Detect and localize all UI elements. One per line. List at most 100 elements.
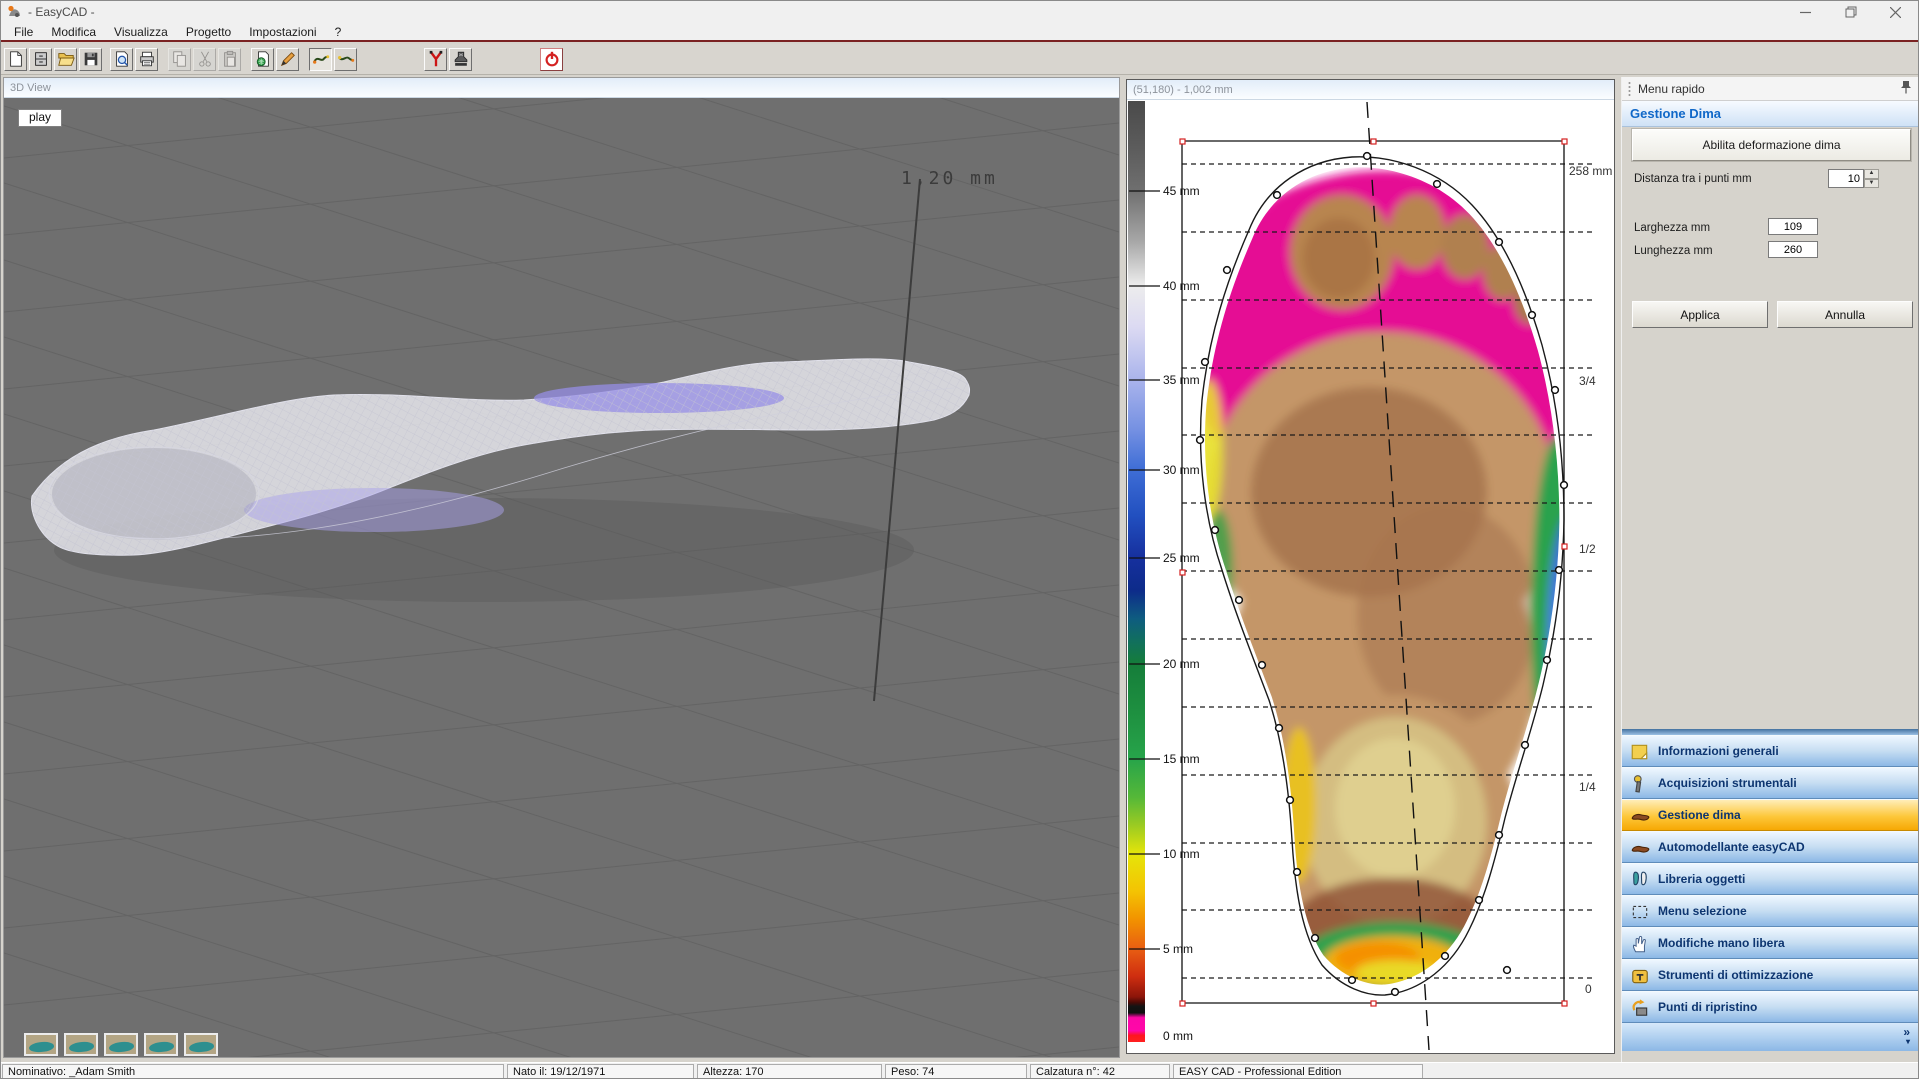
- quick-menu-header: Menu rapido: [1622, 77, 1919, 101]
- archive-cabinet-icon: [32, 50, 50, 68]
- depth-colorbar: 45 mm 40 mm 35 mm 30 mm 25 mm 20 mm 15 m…: [1128, 101, 1200, 1043]
- toolbar: [1, 44, 1918, 75]
- menu-impostazioni[interactable]: Impostazioni: [240, 23, 325, 41]
- foot-pressure-image: [1195, 170, 1591, 998]
- statusbar: Nominativo: _Adam Smith Nato il: 19/12/1…: [1, 1062, 1918, 1079]
- stepper-up-icon[interactable]: ▲: [1864, 169, 1879, 179]
- restore-button[interactable]: [1828, 1, 1873, 23]
- insole-icon: [1630, 838, 1650, 858]
- nav-libreria-oggetti[interactable]: Libreria oggetti: [1622, 863, 1919, 895]
- menu-modifica[interactable]: Modifica: [42, 23, 105, 41]
- copy-icon: [171, 50, 189, 68]
- insole-profile-a-button[interactable]: [309, 48, 332, 71]
- stepper-down-icon[interactable]: ▼: [1864, 179, 1879, 189]
- insole-profile-b-button[interactable]: [334, 48, 357, 71]
- archive-button[interactable]: [29, 48, 52, 71]
- nav-label: Menu selezione: [1658, 904, 1747, 918]
- scale-label: 25 mm: [1163, 551, 1200, 565]
- accordion-more-button[interactable]: » ▾: [1622, 1023, 1919, 1051]
- menu-help[interactable]: ?: [326, 23, 351, 41]
- width-input[interactable]: [1768, 218, 1818, 235]
- hand-icon: [1630, 934, 1650, 954]
- draw-pencil-button[interactable]: [276, 48, 299, 71]
- nav-label: Acquisizioni strumentali: [1658, 776, 1797, 790]
- nav-label: Libreria oggetti: [1658, 872, 1745, 886]
- enable-deformation-button[interactable]: Abilita deformazione dima: [1632, 129, 1911, 161]
- apply-button[interactable]: Applica: [1632, 301, 1768, 328]
- save-floppy-icon: [82, 50, 100, 68]
- nav-label: Informazioni generali: [1658, 744, 1779, 758]
- note-icon: [1630, 742, 1650, 762]
- thumbnail-4[interactable]: [144, 1033, 178, 1056]
- insole-profile-icon: [312, 50, 330, 68]
- thumbnail-5[interactable]: [184, 1033, 218, 1056]
- scale-label: 15 mm: [1163, 752, 1200, 766]
- status-edition: EASY CAD - Professional Edition: [1173, 1064, 1423, 1079]
- nav-strumenti-di-ottimizzazione[interactable]: Strumenti di ottimizzazione: [1622, 959, 1919, 991]
- thumbnail-1[interactable]: [24, 1033, 58, 1056]
- ruler-labels: 258 mm 3/4 1/2 1/4 0: [1569, 164, 1612, 996]
- open-button[interactable]: [54, 48, 77, 71]
- pin-icon: [1901, 80, 1911, 94]
- thumbnail-2[interactable]: [64, 1033, 98, 1056]
- insole-wireframe[interactable]: [31, 359, 969, 602]
- chevron-down-icon: ▾: [1906, 1037, 1910, 1046]
- nav-gestione-dima[interactable]: Gestione dima: [1622, 799, 1919, 831]
- cut-button[interactable]: [193, 48, 216, 71]
- ruler-14-label: 1/4: [1579, 780, 1596, 794]
- 3d-viewport[interactable]: 1,20 mm play: [4, 98, 1119, 1057]
- length-input[interactable]: [1768, 241, 1818, 258]
- close-button[interactable]: [1873, 1, 1918, 23]
- cancel-button[interactable]: Annulla: [1777, 301, 1913, 328]
- insole-thumb-shape: [108, 1040, 134, 1053]
- footmap-drawing: 45 mm 40 mm 35 mm 30 mm 25 mm 20 mm 15 m…: [1127, 100, 1614, 1053]
- nav-informazioni-generali[interactable]: Informazioni generali: [1622, 735, 1919, 767]
- close-icon: [1890, 7, 1901, 18]
- minimize-button[interactable]: [1783, 1, 1828, 23]
- power-icon: [543, 50, 561, 68]
- power-button[interactable]: [540, 48, 563, 71]
- status-altezza: Altezza: 170: [697, 1064, 882, 1079]
- app-logo-icon: [6, 4, 22, 20]
- titlebar: - EasyCAD -: [1, 1, 1918, 23]
- selection-icon: [1630, 902, 1650, 922]
- nav-acquisizioni-strumentali[interactable]: Acquisizioni strumentali: [1622, 767, 1919, 799]
- print-preview-icon: [113, 50, 131, 68]
- drag-grip-icon[interactable]: [1627, 81, 1632, 97]
- pin-button[interactable]: [1901, 80, 1911, 97]
- nav-automodellante-easycad[interactable]: Automodellante easyCAD: [1622, 831, 1919, 863]
- measurement-label: 1,20 mm: [901, 168, 998, 189]
- 3d-scene: 1,20 mm: [4, 98, 1119, 1057]
- nav-punti-di-ripristino[interactable]: Punti di ripristino: [1622, 991, 1919, 1023]
- quick-menu-title: Menu rapido: [1638, 82, 1705, 96]
- nav-label: Gestione dima: [1658, 808, 1741, 822]
- new-document-button[interactable]: [4, 48, 27, 71]
- nav-menu-selezione[interactable]: Menu selezione: [1622, 895, 1919, 927]
- play-button[interactable]: play: [18, 109, 62, 127]
- thumbnail-3[interactable]: [104, 1033, 138, 1056]
- status-nominativo: Nominativo: _Adam Smith: [2, 1064, 504, 1079]
- nav-label: Automodellante easyCAD: [1658, 840, 1805, 854]
- paste-button[interactable]: [218, 48, 241, 71]
- print-preview-button[interactable]: [110, 48, 133, 71]
- save-button[interactable]: [79, 48, 102, 71]
- footmap-canvas[interactable]: 45 mm 40 mm 35 mm 30 mm 25 mm 20 mm 15 m…: [1127, 100, 1614, 1053]
- ruler-34-label: 3/4: [1579, 374, 1596, 388]
- navigation-accordion: Informazioni generali Acquisizioni strum…: [1622, 729, 1919, 1051]
- stamp-button[interactable]: [449, 48, 472, 71]
- insole-thumb-shape: [188, 1040, 214, 1053]
- print-icon: [138, 50, 156, 68]
- minimize-icon: [1800, 7, 1811, 18]
- distance-input[interactable]: [1828, 169, 1864, 188]
- print-button[interactable]: [135, 48, 158, 71]
- menu-visualizza[interactable]: Visualizza: [105, 23, 177, 41]
- menu-progetto[interactable]: Progetto: [177, 23, 240, 41]
- export-button[interactable]: [251, 48, 274, 71]
- nav-modifiche-mano-libera[interactable]: Modifiche mano libera: [1622, 927, 1919, 959]
- open-folder-icon: [57, 50, 75, 68]
- menu-file[interactable]: File: [5, 23, 42, 41]
- caliper-button[interactable]: [424, 48, 447, 71]
- copy-button[interactable]: [168, 48, 191, 71]
- footmap-panel: (51,180) - 1,002 mm: [1126, 79, 1615, 1054]
- section-title: Gestione Dima: [1622, 101, 1919, 127]
